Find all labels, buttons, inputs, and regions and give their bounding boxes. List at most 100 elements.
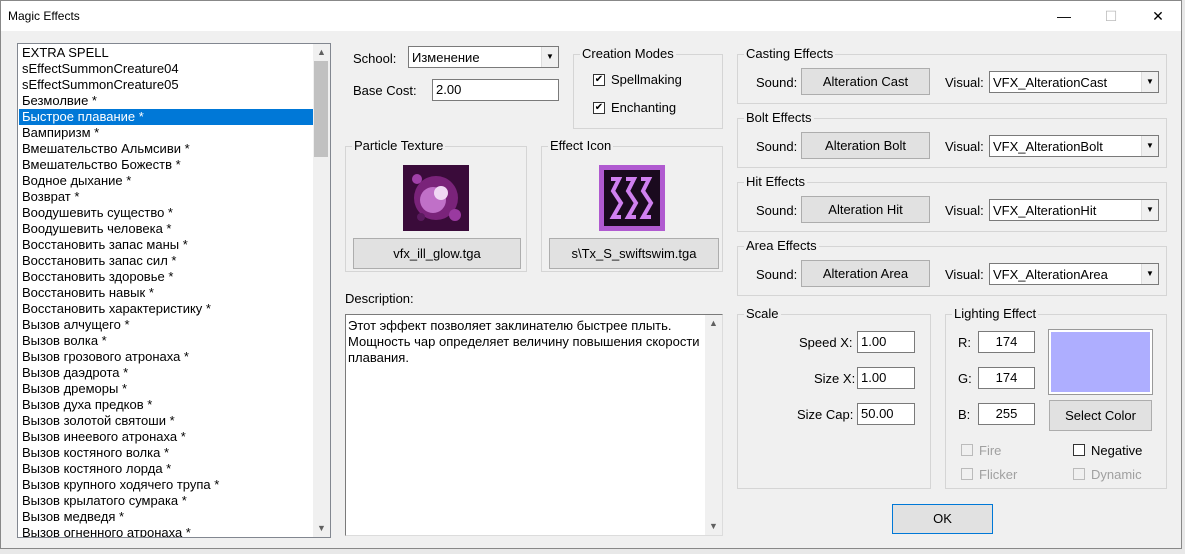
close-button[interactable]: ✕: [1135, 1, 1181, 31]
list-item[interactable]: Вампиризм *: [19, 125, 315, 141]
list-item[interactable]: sEffectSummonCreature04: [19, 61, 315, 77]
size-x-label: Size X:: [814, 371, 856, 386]
list-item[interactable]: Вызов алчущего *: [19, 317, 315, 333]
chevron-down-icon: ▼: [1141, 264, 1158, 284]
list-item[interactable]: Быстрое плавание *: [19, 109, 315, 125]
ok-button[interactable]: OK: [892, 504, 993, 534]
speed-x-field[interactable]: 1.00: [857, 331, 915, 353]
hit-sound-button[interactable]: Alteration Hit: [801, 196, 930, 223]
scale-title: Scale: [744, 306, 781, 321]
scroll-up-icon[interactable]: ▲: [705, 315, 722, 332]
bolt-visual-select[interactable]: VFX_AlterationBolt ▼: [989, 135, 1159, 157]
list-item[interactable]: Вызов крылатого сумрака *: [19, 493, 315, 509]
bolt-sound-button[interactable]: Alteration Bolt: [801, 132, 930, 159]
hit-effects-title: Hit Effects: [744, 174, 808, 189]
casting-visual-label: Visual:: [945, 75, 984, 90]
list-item[interactable]: Вызов даэдрота *: [19, 365, 315, 381]
list-item[interactable]: sEffectSummonCreature05: [19, 77, 315, 93]
list-item[interactable]: Вызов волка *: [19, 333, 315, 349]
list-item[interactable]: Вызов инеевого атронаха *: [19, 429, 315, 445]
scroll-thumb[interactable]: [314, 61, 328, 157]
minimize-button[interactable]: —: [1041, 1, 1087, 31]
list-item[interactable]: Вызов костяного лорда *: [19, 461, 315, 477]
list-item[interactable]: Вызов грозового атронаха *: [19, 349, 315, 365]
area-visual-value: VFX_AlterationArea: [993, 267, 1108, 282]
scroll-up-icon[interactable]: ▲: [313, 44, 330, 61]
hit-visual-label: Visual:: [945, 203, 984, 218]
effects-listbox[interactable]: EXTRA SPELL sEffectSummonCreature04 sEffec…: [17, 43, 331, 538]
description-scrollbar[interactable]: ▲ ▼: [705, 315, 722, 535]
select-color-button[interactable]: Select Color: [1049, 400, 1152, 431]
scroll-down-icon[interactable]: ▼: [705, 518, 722, 535]
fire-label: Fire: [979, 443, 1002, 458]
school-select[interactable]: Изменение ▼: [408, 46, 559, 68]
list-scrollbar[interactable]: ▲ ▼: [313, 44, 330, 537]
base-cost-label: Base Cost:: [353, 83, 417, 98]
window-title: Magic Effects: [8, 9, 80, 23]
bolt-visual-value: VFX_AlterationBolt: [993, 139, 1103, 154]
list-item[interactable]: Вызов огненного атронаха *: [19, 525, 315, 537]
list-item[interactable]: Безмолвие *: [19, 93, 315, 109]
negative-checkbox[interactable]: [1073, 444, 1085, 456]
list-item[interactable]: Возврат *: [19, 189, 315, 205]
title-bar: Magic Effects — ☐ ✕: [1, 1, 1181, 31]
speed-x-label: Speed X:: [799, 335, 853, 350]
list-item[interactable]: Вызов дреморы *: [19, 381, 315, 397]
enchanting-checkbox[interactable]: ✔: [593, 102, 605, 114]
description-text: Этот эффект позволяет заклинателю быстре…: [348, 318, 700, 365]
creation-modes-group: Creation Modes: [573, 46, 723, 129]
size-x-field[interactable]: 1.00: [857, 367, 915, 389]
casting-visual-value: VFX_AlterationCast: [993, 75, 1108, 90]
b-field[interactable]: 255: [978, 403, 1035, 425]
list-item[interactable]: EXTRA SPELL: [19, 45, 315, 61]
list-item[interactable]: Вызов костяного волка *: [19, 445, 315, 461]
list-item[interactable]: Восстановить запас сил *: [19, 253, 315, 269]
area-visual-label: Visual:: [945, 267, 984, 282]
casting-sound-button[interactable]: Alteration Cast: [801, 68, 930, 95]
size-cap-field[interactable]: 50.00: [857, 403, 915, 425]
list-item[interactable]: Воодушевить человека *: [19, 221, 315, 237]
spellmaking-checkbox[interactable]: ✔: [593, 74, 605, 86]
g-field[interactable]: 174: [978, 367, 1035, 389]
particle-texture-preview: [403, 165, 469, 231]
base-cost-field[interactable]: 2.00: [432, 79, 559, 101]
list-item[interactable]: Восстановить навык *: [19, 285, 315, 301]
hit-visual-select[interactable]: VFX_AlterationHit ▼: [989, 199, 1159, 221]
dynamic-checkbox[interactable]: [1073, 468, 1085, 480]
b-label: B:: [958, 407, 971, 422]
spellmaking-label: Spellmaking: [611, 72, 682, 87]
maximize-button[interactable]: ☐: [1088, 1, 1134, 31]
list-item[interactable]: Восстановить характеристику *: [19, 301, 315, 317]
description-label: Description:: [345, 291, 414, 306]
list-item[interactable]: Вмешательство Альмсиви *: [19, 141, 315, 157]
school-value: Изменение: [412, 50, 480, 65]
r-field[interactable]: 174: [978, 331, 1035, 353]
color-swatch: [1048, 329, 1153, 395]
list-item[interactable]: Вызов медведя *: [19, 509, 315, 525]
g-label: G:: [958, 371, 972, 386]
list-item[interactable]: Вызов крупного ходячего трупа *: [19, 477, 315, 493]
casting-visual-select[interactable]: VFX_AlterationCast ▼: [989, 71, 1159, 93]
effect-icon-button[interactable]: s\Tx_S_swiftswim.tga: [549, 238, 719, 269]
area-visual-select[interactable]: VFX_AlterationArea ▼: [989, 263, 1159, 285]
magic-effects-dialog: Magic Effects — ☐ ✕ EXTRA SPELL sEffectSu…: [0, 0, 1182, 549]
list-item[interactable]: Водное дыхание *: [19, 173, 315, 189]
hit-sound-label: Sound:: [756, 203, 798, 218]
particle-texture-button[interactable]: vfx_ill_glow.tga: [353, 238, 521, 269]
list-item[interactable]: Вызов золотой святоши *: [19, 413, 315, 429]
bolt-visual-label: Visual:: [945, 139, 984, 154]
list-item[interactable]: Вмешательство Божеств *: [19, 157, 315, 173]
effect-icon-title: Effect Icon: [548, 138, 614, 153]
scroll-down-icon[interactable]: ▼: [313, 520, 330, 537]
list-item[interactable]: Воодушевить существо *: [19, 205, 315, 221]
flicker-checkbox[interactable]: [961, 468, 973, 480]
fire-checkbox[interactable]: [961, 444, 973, 456]
area-sound-button[interactable]: Alteration Area: [801, 260, 930, 287]
chevron-down-icon: ▼: [1141, 200, 1158, 220]
particle-texture-title: Particle Texture: [352, 138, 446, 153]
list-item[interactable]: Восстановить запас маны *: [19, 237, 315, 253]
bolt-effects-title: Bolt Effects: [744, 110, 814, 125]
description-textarea[interactable]: Этот эффект позволяет заклинателю быстре…: [345, 314, 723, 536]
list-item[interactable]: Вызов духа предков *: [19, 397, 315, 413]
list-item[interactable]: Восстановить здоровье *: [19, 269, 315, 285]
